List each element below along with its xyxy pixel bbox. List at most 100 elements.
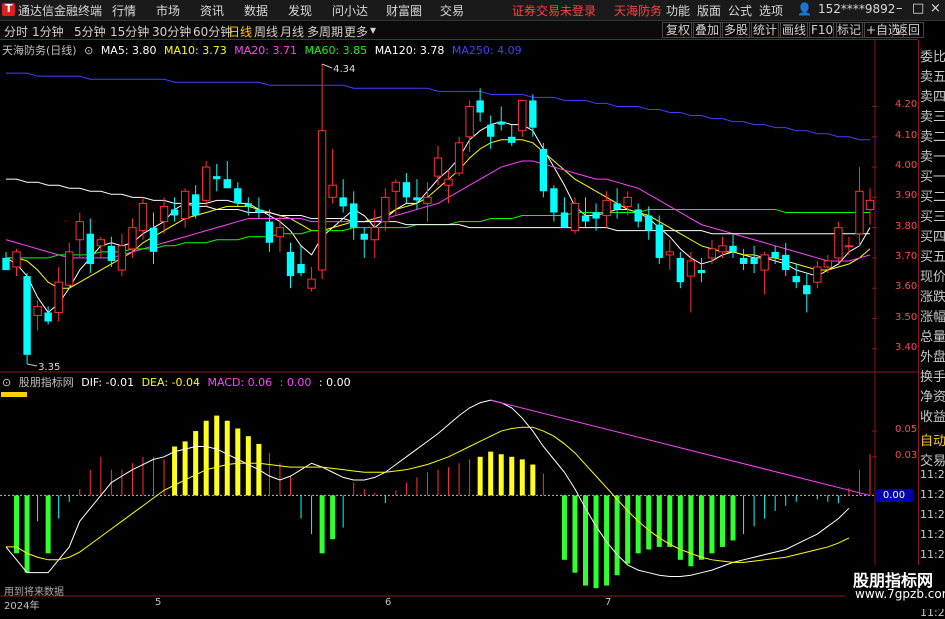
candle-body-down [634,209,642,222]
macd-bar [667,495,673,547]
menu-item-trade[interactable]: 交易 [440,2,464,19]
high-marker [321,63,333,69]
candle-body-down [86,233,94,264]
macd-bar [437,469,439,496]
candle-body-down [2,257,10,271]
menu-item-wealth[interactable]: 财富圈 [386,2,422,19]
draw-line-button[interactable]: 画线 [778,22,811,38]
macd-tick-label: 0.03 [895,449,918,461]
user-icon[interactable]: 👤 [797,2,812,16]
period-monthly[interactable]: 月线 [280,23,304,40]
multi-stock-button[interactable]: 多股 [720,22,753,38]
menu-item-layout[interactable]: 版面 [697,2,721,19]
close-icon[interactable]: × [930,1,941,16]
menu-item-market[interactable]: 市场 [156,2,180,19]
minimize-icon[interactable]: – [896,1,903,16]
macd-bar [743,495,745,535]
side-panel-item: 总量 [920,330,945,345]
side-panel-item: 11:29 [920,488,945,501]
menu-item-formula[interactable]: 公式 [728,2,752,19]
macd-bar [604,495,610,586]
candle-body-down [107,245,116,261]
candle-body-up [518,99,527,132]
side-panel-item: 委比 [920,50,945,65]
candle-body-down [286,251,295,277]
restore-rights-button[interactable]: 复权 [662,22,695,38]
candle-body-down [339,197,347,207]
macd-bar [395,490,397,496]
candle-body-down [771,251,779,258]
side-panel-item: 现价 [920,270,945,285]
date-label-year: 2024年 [4,601,40,612]
candle-body-down [581,215,590,222]
macd-bar [79,488,81,496]
macd-bar [477,456,483,496]
macd-bar [593,495,599,589]
kline-chart[interactable]: 4.34 3.35 [0,40,918,609]
overlay-button[interactable]: 叠加 [691,22,724,38]
macd-bar [121,469,123,496]
ma-line-ma250 [6,72,870,141]
macd-bar [100,456,102,496]
period-weekly[interactable]: 周线 [254,23,278,40]
menu-item-news[interactable]: 资讯 [200,2,224,19]
menu-item-function[interactable]: 功能 [666,2,690,19]
period-1min[interactable]: 1分钟 [32,23,64,40]
period-30min[interactable]: 30分钟 [152,23,191,40]
period-60min[interactable]: 60分钟 [193,23,232,40]
side-panel-item: 卖四 [920,90,945,105]
period-more-chevron-icon[interactable]: ▾ [370,23,376,37]
candle-body-up [328,184,337,198]
current-stock-name: 天海防务 [614,4,663,18]
candle-body-up [602,199,611,217]
macd-bar [426,472,428,496]
side-panel-item[interactable]: 自动 [920,430,945,449]
candle-body-up [370,227,379,241]
mark-button[interactable]: 标记 [833,22,866,38]
menu-item-quotes[interactable]: 行情 [112,2,136,19]
candle-body-up [623,196,632,207]
candle-body-up [707,248,717,259]
candle-body-up [844,245,854,248]
macd-bar [635,495,641,554]
candle-body-up [96,239,106,247]
price-tick-label: 4.20 [895,99,918,111]
candle-body-up [444,178,453,186]
candle-body-down [750,257,758,264]
login-warning[interactable]: 证券交易未登录 [512,2,596,19]
macd-bar [688,495,694,567]
macd-bar [214,415,220,496]
macd-bar [614,495,620,576]
macd-bar [405,482,407,496]
period-15min[interactable]: 15分钟 [110,23,149,40]
macd-bar [448,467,450,496]
menu-item-data[interactable]: 数据 [244,2,268,19]
candle-body-down [149,227,158,252]
menu-item-discover[interactable]: 发现 [288,2,312,19]
menu-item-options[interactable]: 选项 [759,2,783,19]
macd-bar [224,420,230,496]
period-daily[interactable]: 日线 [228,23,252,40]
back-button[interactable]: 返回 [892,22,925,38]
price-tick-label: 3.70 [895,250,918,262]
statistics-button[interactable]: 统计 [749,22,782,38]
candle-body-up [317,130,327,271]
macd-bar [374,492,376,496]
period-toolbar: 分时 1分钟 5分钟 15分钟 30分钟 60分钟 日线 周线 月线 多周期 更… [0,21,925,40]
candle-body-up [454,142,464,174]
menu-item-ask[interactable]: 问小达 [332,2,368,19]
macd-bar [869,454,871,496]
period-5min[interactable]: 5分钟 [74,23,106,40]
period-intraday[interactable]: 分时 [4,23,28,40]
maximize-icon[interactable]: □ [912,1,924,16]
period-multi[interactable]: 多周期 [307,23,343,40]
candle-body-up [159,205,169,223]
candles [2,64,875,364]
side-panel-item[interactable]: 交易 [920,450,945,469]
price-tick-label: 4.00 [895,160,918,172]
candle-body-down [655,224,663,258]
candle-body-down [645,215,653,231]
period-more[interactable]: 更多 [344,23,368,40]
candle-body-down [560,212,569,228]
user-account[interactable]: 152****9892 [818,2,895,16]
